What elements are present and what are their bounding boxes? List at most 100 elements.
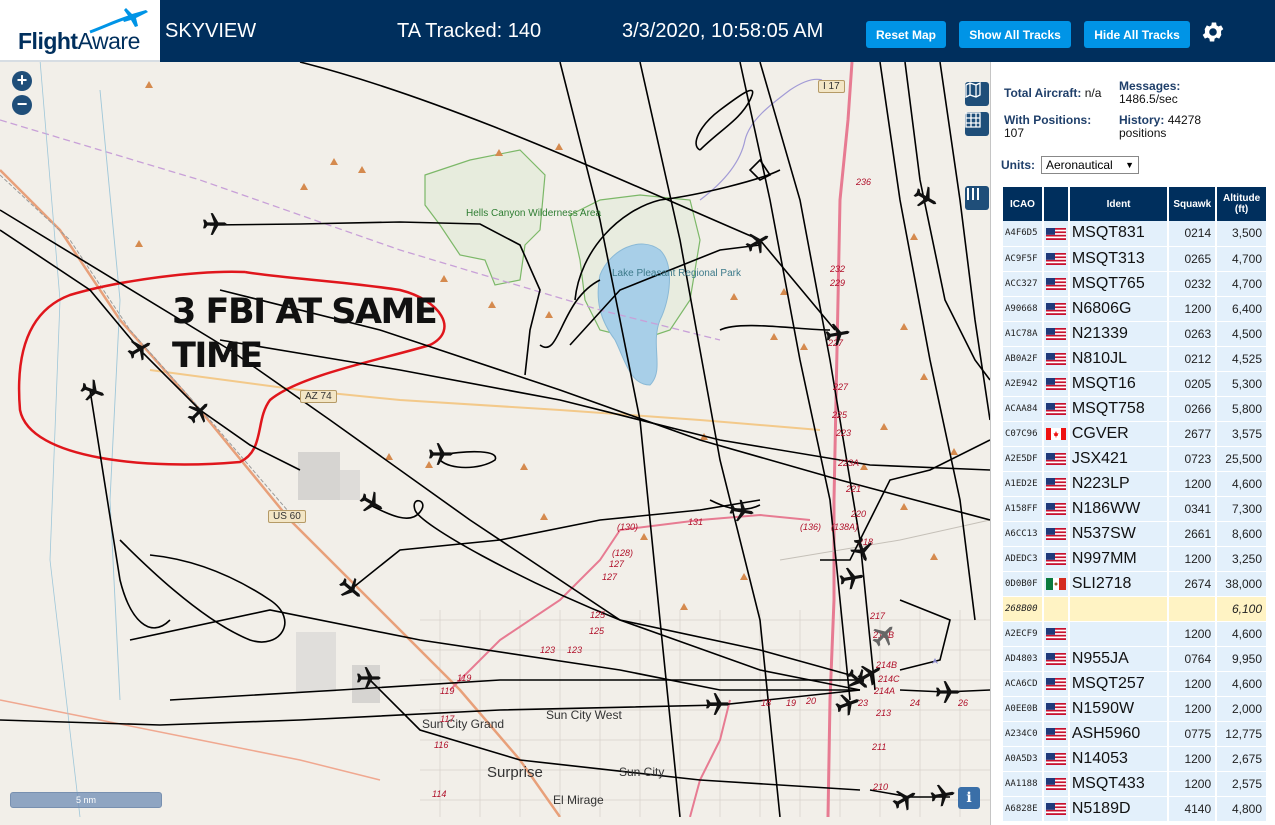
us-flag-icon: [1045, 303, 1066, 316]
route-number-label: 220: [851, 509, 867, 519]
row-flag: [1042, 646, 1070, 672]
route-number-label: 236: [856, 177, 872, 187]
table-row[interactable]: A0EE0B N1590W 1200 2,000: [1003, 696, 1268, 722]
hide-all-tracks-button[interactable]: Hide All Tracks: [1084, 21, 1190, 48]
table-row[interactable]: A6CC13 N537SW 2661 8,600: [1003, 521, 1268, 547]
us-flag-icon: [1045, 453, 1066, 466]
map-canvas[interactable]: Hells Canyon Wilderness Area Lake Pleasa…: [0, 62, 990, 817]
mexico-flag-icon: [1045, 578, 1066, 591]
row-squawk: 2661: [1168, 521, 1218, 547]
airplane-icon[interactable]: [202, 211, 228, 237]
row-altitude: 7,300: [1216, 496, 1268, 522]
row-flag: [1042, 271, 1070, 297]
grid-button[interactable]: [965, 112, 989, 136]
row-altitude: 9,950: [1216, 646, 1268, 672]
us-flag-icon: [1045, 228, 1066, 241]
gray-area: [340, 470, 360, 500]
show-all-tracks-button[interactable]: Show All Tracks: [959, 21, 1071, 48]
row-flag: [1042, 446, 1070, 472]
shield-az74: AZ 74: [300, 390, 337, 403]
table-row[interactable]: A234C0 ASH5960 0775 12,775: [1003, 721, 1268, 747]
row-squawk: 1200: [1168, 696, 1218, 722]
us-flag-icon: [1045, 353, 1066, 366]
row-ident: N810JL: [1068, 346, 1170, 372]
airplane-icon[interactable]: [928, 780, 958, 810]
map-layers-button[interactable]: [965, 82, 989, 106]
table-row[interactable]: 0D0B0F SLI2718 2674 38,000: [1003, 571, 1268, 597]
route-number-label: 229: [830, 278, 846, 288]
row-flag: [1042, 221, 1070, 247]
table-row[interactable]: 268B00 6,100: [1003, 596, 1268, 622]
table-row[interactable]: ACC327 MSQT765 0232 4,700: [1003, 271, 1268, 297]
route-number-label: 117: [440, 714, 455, 724]
table-row[interactable]: A0A5D3 N14053 1200 2,675: [1003, 746, 1268, 772]
table-row[interactable]: ACA6CD MSQT257 1200 4,600: [1003, 671, 1268, 697]
airplane-icon[interactable]: [356, 665, 382, 691]
total-aircraft-stat: Total Aircraft: n/a: [1004, 86, 1102, 100]
columns-button[interactable]: [965, 186, 989, 210]
route-number-label: 114: [432, 789, 447, 799]
row-squawk: 4140: [1168, 796, 1218, 822]
table-row[interactable]: ACAA84 MSQT758 0266 5,800: [1003, 396, 1268, 422]
city-label: Sun City Grand: [422, 717, 505, 731]
route-number-label: 214A: [874, 686, 896, 696]
row-icao: A90668: [1003, 296, 1044, 322]
airplane-icon[interactable]: [837, 563, 867, 593]
us-flag-icon: [1045, 678, 1066, 691]
table-row[interactable]: C07C96 CGVER 2677 3,575: [1003, 421, 1268, 447]
col-altitude[interactable]: Altitude (ft): [1216, 187, 1268, 221]
row-icao: AD4803: [1003, 646, 1044, 672]
table-row[interactable]: A1ED2E N223LP 1200 4,600: [1003, 471, 1268, 497]
table-row[interactable]: A90668 N6806G 1200 6,400: [1003, 296, 1268, 322]
table-row[interactable]: A4F6D5 MSQT831 0214 3,500: [1003, 221, 1268, 247]
park-label: Hells Canyon Wilderness Area: [466, 208, 602, 219]
route-number-label: 210: [873, 782, 889, 792]
row-icao: AB0A2F: [1003, 346, 1044, 372]
gear-icon[interactable]: [1200, 19, 1226, 45]
info-button[interactable]: i: [958, 787, 980, 809]
col-flag[interactable]: [1042, 187, 1070, 221]
reset-map-button[interactable]: Reset Map: [866, 21, 946, 48]
col-squawk[interactable]: Squawk: [1168, 187, 1218, 221]
table-row[interactable]: A2E5DF JSX421 0723 25,500: [1003, 446, 1268, 472]
table-row[interactable]: A6828E N5189D 4140 4,800: [1003, 796, 1268, 822]
us-flag-icon: [1045, 478, 1066, 491]
table-row[interactable]: ADEDC3 N997MM 1200 3,250: [1003, 546, 1268, 572]
airplane-icon[interactable]: [428, 441, 454, 467]
shield-us60: US 60: [268, 510, 306, 523]
airplane-icon[interactable]: [705, 691, 731, 717]
table-row[interactable]: A1C78A N21339 0263 4,500: [1003, 321, 1268, 347]
zoom-out-button[interactable]: −: [12, 95, 32, 115]
row-squawk: 0214: [1168, 221, 1218, 247]
table-row[interactable]: AC9F5F MSQT313 0265 4,700: [1003, 246, 1268, 272]
canada-flag-icon: [1045, 428, 1066, 441]
route-number-label: 116: [434, 740, 449, 750]
table-row[interactable]: A158FF N186WW 0341 7,300: [1003, 496, 1268, 522]
table-row[interactable]: A2E942 MSQT16 0205 5,300: [1003, 371, 1268, 397]
airplane-icon[interactable]: [935, 679, 961, 705]
row-icao: A2E942: [1003, 371, 1044, 397]
zoom-in-button[interactable]: +: [12, 71, 32, 91]
table-row[interactable]: A2ECF9 1200 4,600: [1003, 621, 1268, 647]
row-ident: MSQT16: [1068, 371, 1170, 397]
airplane-icon[interactable]: [823, 319, 853, 349]
airplane-icon[interactable]: [727, 496, 757, 526]
city-label: Surprise: [487, 764, 543, 781]
col-icao[interactable]: ICAO: [1003, 187, 1044, 221]
route-number-label: 123: [567, 645, 583, 655]
table-row[interactable]: AA1188 MSQT433 1200 2,575: [1003, 771, 1268, 797]
table-row[interactable]: AB0A2F N810JL 0212 4,525: [1003, 346, 1268, 372]
table-row[interactable]: AD4803 N955JA 0764 9,950: [1003, 646, 1268, 672]
logo-wordmark: FlightAware: [18, 28, 140, 54]
row-altitude: 2,675: [1216, 746, 1268, 772]
col-ident[interactable]: Ident: [1068, 187, 1170, 221]
route-number-label: (128): [612, 548, 634, 558]
units-select[interactable]: Aeronautical ▼: [1041, 156, 1139, 174]
aircraft-panel: Total Aircraft: n/a Messages: 1486.5/sec …: [990, 62, 1275, 825]
route-number-label: 18: [761, 698, 772, 708]
row-squawk: 1200: [1168, 546, 1218, 572]
us-flag-icon: [1045, 378, 1066, 391]
row-ident: N5189D: [1068, 796, 1170, 822]
row-icao: C07C96: [1003, 421, 1044, 447]
flightaware-logo[interactable]: FlightAware: [0, 0, 160, 62]
